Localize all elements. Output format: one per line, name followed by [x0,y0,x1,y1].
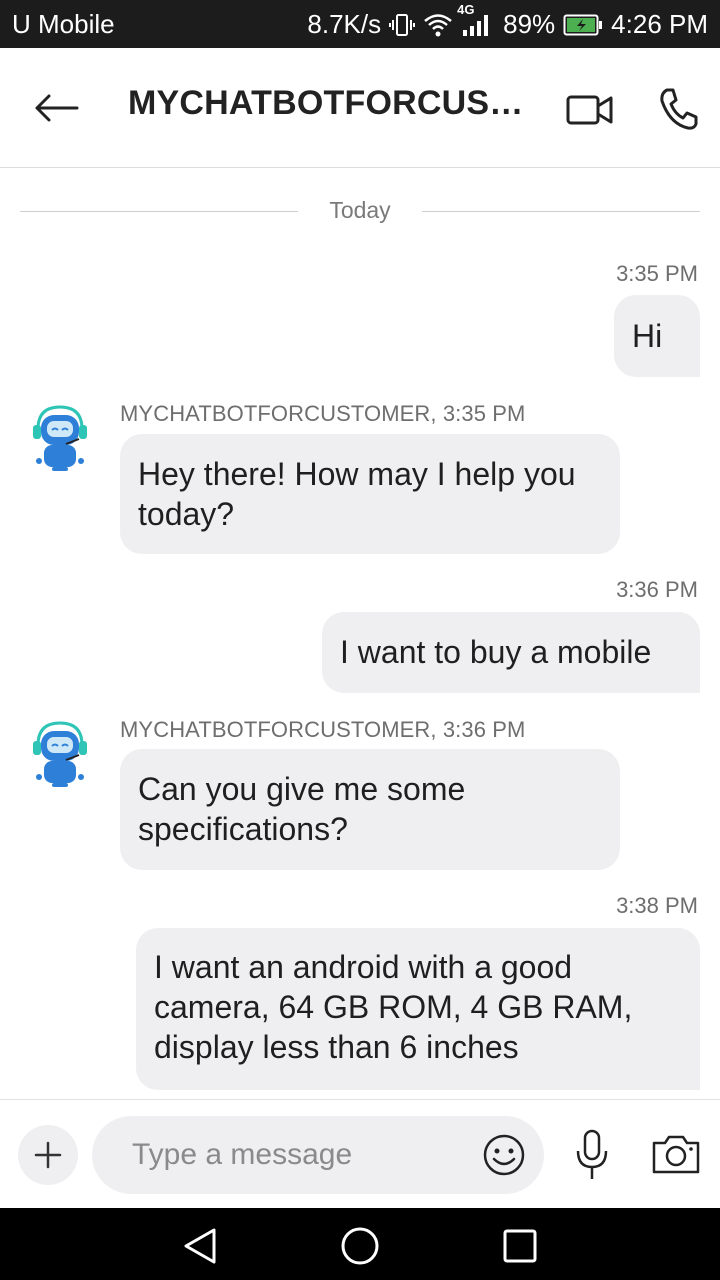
vibrate-icon [389,12,416,38]
emoji-button[interactable] [480,1131,528,1179]
outgoing-message[interactable]: I want to buy a mobile [322,612,700,693]
message-text: today? [138,496,235,532]
chat-title: MYCHATBOTFORCUST... [128,84,528,122]
message-list[interactable]: Today 3:35 PM Hi MYCHATBOTFORCUSTOMER, 3… [0,169,720,1099]
bot-avatar [33,721,87,787]
arrow-left-icon [35,94,79,122]
network-type: 4G [457,1,475,17]
message-text: Hey there! How may I help you [138,456,576,492]
bot-avatar [33,405,87,471]
message-text: Can you give me some [138,771,466,807]
circle-home-icon [341,1227,379,1265]
outgoing-message[interactable]: Hi [614,295,700,377]
message-text: Hi [632,318,663,354]
video-camera-icon [566,95,613,125]
nav-home-button[interactable] [338,1224,382,1268]
message-composer [0,1099,720,1208]
sender-label: MYCHATBOTFORCUSTOMER, 3:36 PM [120,717,526,742]
square-recents-icon [503,1229,537,1263]
divider [422,211,700,212]
outgoing-message[interactable]: I want an android with a good camera, 64… [136,928,700,1090]
smiley-icon [483,1134,525,1176]
message-text: camera, 64 GB ROM, 4 GB RAM, [154,989,633,1025]
message-input[interactable] [132,1134,472,1176]
message-text: display less than 6 inches [154,1029,519,1065]
clock: 4:26 PM [611,9,708,39]
message-timestamp: 3:36 PM [616,577,698,602]
incoming-message[interactable]: Hey there! How may I help you today? [120,434,620,554]
voice-call-button[interactable] [650,84,706,134]
battery-charging-icon [563,13,603,37]
chat-header: MYCHATBOTFORCUST... [0,48,720,168]
camera-button[interactable] [648,1128,704,1180]
day-separator: Today [20,197,700,227]
nav-back-button[interactable] [178,1224,222,1268]
day-label: Today [329,197,391,223]
status-right: 8.7K/s 4G 89% 4:26 PM [307,2,708,40]
incoming-message[interactable]: Can you give me some specifications? [120,749,620,870]
video-call-button[interactable] [562,88,618,132]
battery-percent: 89% [503,9,556,39]
camera-icon [652,1135,700,1174]
system-navigation-bar [0,1208,720,1280]
message-input-container [92,1116,544,1194]
nav-recents-button[interactable] [498,1224,542,1268]
message-timestamp: 3:35 PM [616,261,698,286]
phone-icon [660,88,698,130]
voice-message-button[interactable] [566,1126,618,1184]
message-timestamp: 3:38 PM [616,893,698,918]
carrier-name: U Mobile [12,9,115,39]
network-speed: 8.7K/s [307,9,382,39]
microphone-icon [576,1129,608,1179]
status-bar: U Mobile 8.7K/s 4G 89% 4:26 PM [0,0,720,48]
divider [20,211,298,212]
wifi-icon [423,12,453,38]
message-text: I want an android with a good [154,949,573,985]
sender-label: MYCHATBOTFORCUSTOMER, 3:35 PM [120,401,526,426]
triangle-back-icon [184,1228,216,1264]
message-text: specifications? [138,811,348,847]
add-attachment-button[interactable] [18,1125,78,1185]
back-button[interactable] [28,86,84,130]
plus-icon [34,1141,62,1169]
signal-icon: 4G [457,2,495,38]
message-text: I want to buy a mobile [340,634,652,670]
